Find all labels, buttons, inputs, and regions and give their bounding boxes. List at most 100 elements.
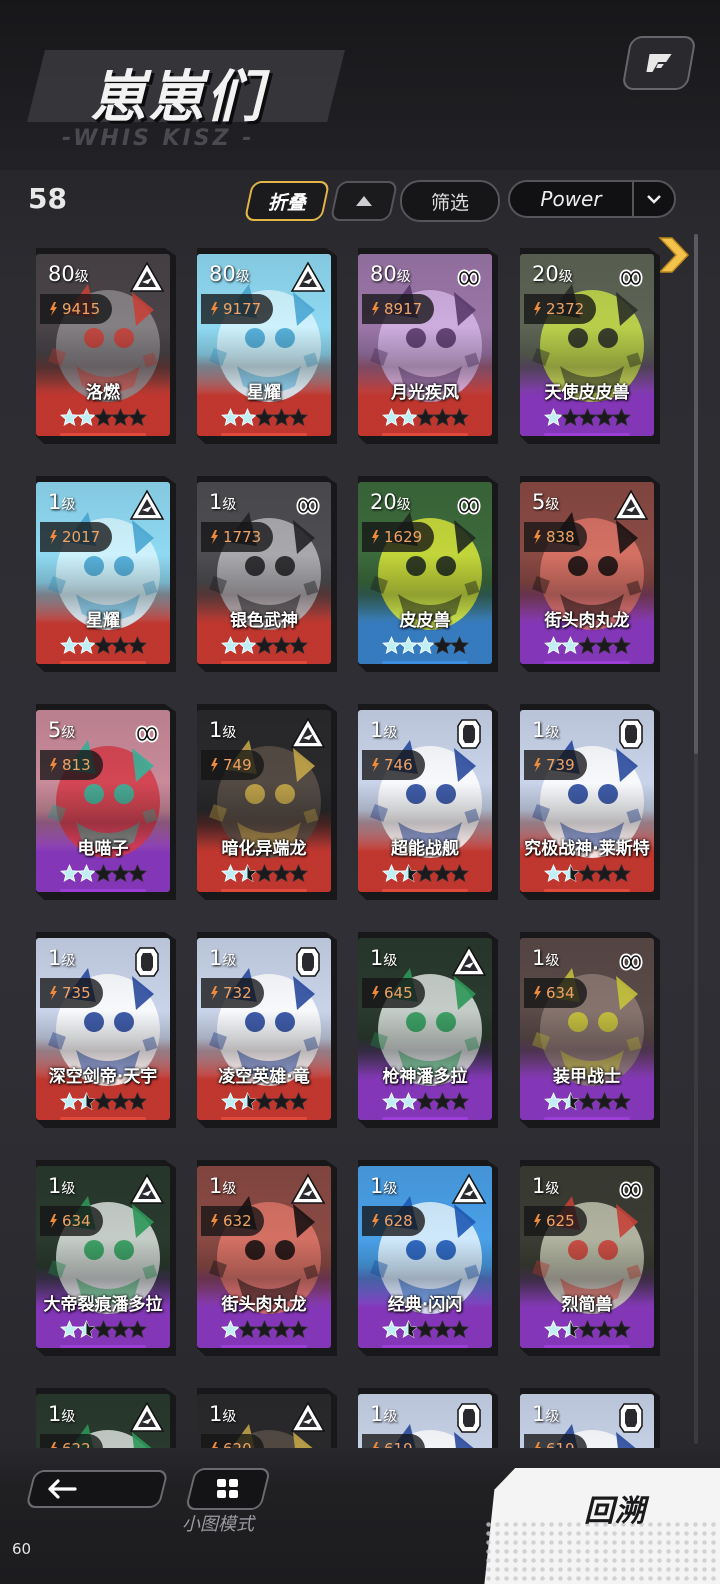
creature-power: 645 bbox=[362, 978, 425, 1008]
creature-level-value: 80 bbox=[209, 262, 236, 286]
creature-power: 619 bbox=[524, 1434, 587, 1448]
creature-level-unit: 级 bbox=[545, 497, 560, 513]
rarity-indicator bbox=[382, 661, 468, 664]
creature-name: 街头肉丸龙 bbox=[221, 1295, 307, 1315]
creature-name: 大帝裂痕潘多拉 bbox=[43, 1295, 163, 1315]
filter-button[interactable]: 筛选 bbox=[400, 180, 500, 222]
creature-power-value: 619 bbox=[384, 1440, 413, 1448]
creature-card-face: 1级 634 装甲战士 bbox=[520, 938, 654, 1120]
mini-mode-button[interactable] bbox=[184, 1468, 272, 1510]
creature-level-value: 1 bbox=[48, 1174, 62, 1198]
creature-card[interactable]: 1级 632 街头肉丸龙 bbox=[197, 1160, 337, 1356]
flame-icon bbox=[372, 302, 379, 316]
corner-menu-button[interactable] bbox=[621, 36, 697, 90]
back-button[interactable] bbox=[25, 1470, 169, 1508]
rarity-indicator bbox=[382, 433, 468, 436]
creature-card[interactable]: 20级 1629 皮皮兽 bbox=[358, 476, 498, 672]
creature-card[interactable]: 1级 2017 星耀 bbox=[36, 476, 176, 672]
creature-level-unit: 级 bbox=[383, 725, 398, 741]
creature-card[interactable]: 1级 1773 银色武神 bbox=[197, 476, 337, 672]
creature-power-value: 622 bbox=[62, 1440, 91, 1448]
creature-card[interactable]: 1级 628 经典·闪闪 bbox=[358, 1160, 498, 1356]
creature-level: 1级 bbox=[532, 718, 559, 742]
scrollbar[interactable] bbox=[694, 234, 698, 1444]
star-rating bbox=[358, 408, 492, 426]
creature-level-value: 1 bbox=[209, 718, 223, 742]
shield-element-icon bbox=[619, 1403, 643, 1433]
creature-card-face: 1级 622 bbox=[36, 1394, 170, 1448]
creature-level-unit: 级 bbox=[383, 953, 398, 969]
creature-card[interactable]: 1级 735 深空剑帝·天宇 bbox=[36, 932, 176, 1128]
creature-level: 80级 bbox=[370, 262, 411, 286]
scrollbar-thumb[interactable] bbox=[694, 234, 698, 754]
creature-card[interactable]: 5级 838 街头肉丸龙 bbox=[520, 476, 660, 672]
rarity-indicator bbox=[544, 661, 630, 664]
creature-level-value: 5 bbox=[532, 490, 546, 514]
creature-power-value: 2372 bbox=[546, 300, 585, 318]
creature-card[interactable]: 1级 746 超能战舰 bbox=[358, 704, 498, 900]
creature-level-unit: 级 bbox=[222, 725, 237, 741]
star-rating bbox=[197, 864, 331, 882]
element-badge bbox=[450, 488, 488, 524]
flame-icon bbox=[50, 1442, 57, 1448]
creature-level-unit: 级 bbox=[61, 1409, 76, 1425]
creature-power: 9177 bbox=[201, 294, 274, 324]
sort-dropdown[interactable]: Power bbox=[508, 180, 676, 218]
flame-icon bbox=[372, 986, 379, 1000]
creature-card[interactable]: 80级 8917 月光疾风 bbox=[358, 248, 498, 444]
element-badge bbox=[289, 1400, 327, 1436]
flame-icon bbox=[534, 1214, 541, 1228]
flame-icon bbox=[211, 530, 218, 544]
creature-card[interactable]: 80级 9177 星耀 bbox=[197, 248, 337, 444]
rarity-indicator bbox=[382, 1345, 468, 1348]
creature-card[interactable]: 1级 620 bbox=[197, 1388, 337, 1448]
star-icon bbox=[611, 408, 631, 426]
star-rating bbox=[358, 864, 492, 882]
creature-level-unit: 级 bbox=[222, 497, 237, 513]
creature-level: 1级 bbox=[370, 718, 397, 742]
creature-level-unit: 级 bbox=[545, 725, 560, 741]
creature-card[interactable]: 80级 9415 洛燃 bbox=[36, 248, 176, 444]
creature-card-face: 1级 625 烈简兽 bbox=[520, 1166, 654, 1348]
creature-level: 1级 bbox=[209, 1174, 236, 1198]
creature-level: 1级 bbox=[209, 490, 236, 514]
creature-card[interactable]: 1级 732 凌空英雄·竜 bbox=[197, 932, 337, 1128]
creature-power: 2017 bbox=[40, 522, 113, 552]
creature-card-face: 80级 9177 星耀 bbox=[197, 254, 331, 436]
creature-level: 1级 bbox=[48, 1174, 75, 1198]
creature-card[interactable]: 1级 634 大帝裂痕潘多拉 bbox=[36, 1160, 176, 1356]
star-rating bbox=[36, 864, 170, 882]
dropdown-toggle[interactable] bbox=[632, 182, 674, 216]
creature-power-value: 1629 bbox=[384, 528, 423, 546]
creature-level-value: 1 bbox=[532, 1402, 546, 1426]
creature-card[interactable]: 1级 619 bbox=[358, 1388, 498, 1448]
creature-level-value: 1 bbox=[209, 1402, 223, 1426]
creature-card[interactable]: 5级 813 电喵子 bbox=[36, 704, 176, 900]
creature-card[interactable]: 1级 645 枪神潘多拉 bbox=[358, 932, 498, 1128]
rarity-indicator bbox=[60, 1117, 146, 1120]
creature-level-value: 1 bbox=[209, 1174, 223, 1198]
sort-order-button[interactable] bbox=[329, 181, 399, 221]
creature-level: 80级 bbox=[48, 262, 89, 286]
creature-card[interactable]: 1级 634 装甲战士 bbox=[520, 932, 660, 1128]
creature-card[interactable]: 1级 622 bbox=[36, 1388, 176, 1448]
creature-power-value: 8917 bbox=[384, 300, 423, 318]
creature-level-unit: 级 bbox=[222, 953, 237, 969]
star-rating bbox=[358, 1092, 492, 1110]
star-rating bbox=[358, 1320, 492, 1338]
fold-button[interactable]: 折叠 bbox=[243, 181, 331, 221]
creature-card[interactable]: 1级 749 暗化异端龙 bbox=[197, 704, 337, 900]
creature-card[interactable]: 1级 739 究极战神·莱斯特 bbox=[520, 704, 660, 900]
creature-card-face: 1级 732 凌空英雄·竜 bbox=[197, 938, 331, 1120]
wind-element-icon bbox=[290, 1401, 326, 1432]
creature-power-value: 732 bbox=[223, 984, 252, 1002]
creature-power: 8917 bbox=[362, 294, 435, 324]
creature-level-unit: 级 bbox=[61, 725, 76, 741]
creature-card[interactable]: 1级 625 烈简兽 bbox=[520, 1160, 660, 1356]
creature-card-face: 1级 739 究极战神·莱斯特 bbox=[520, 710, 654, 892]
creature-card[interactable]: 20级 2372 天使皮皮兽 bbox=[520, 248, 660, 444]
element-badge bbox=[612, 260, 650, 296]
infinity-element-icon bbox=[457, 497, 481, 515]
sort-dropdown-value: Power bbox=[540, 187, 602, 211]
creature-card[interactable]: 1级 619 bbox=[520, 1388, 660, 1448]
